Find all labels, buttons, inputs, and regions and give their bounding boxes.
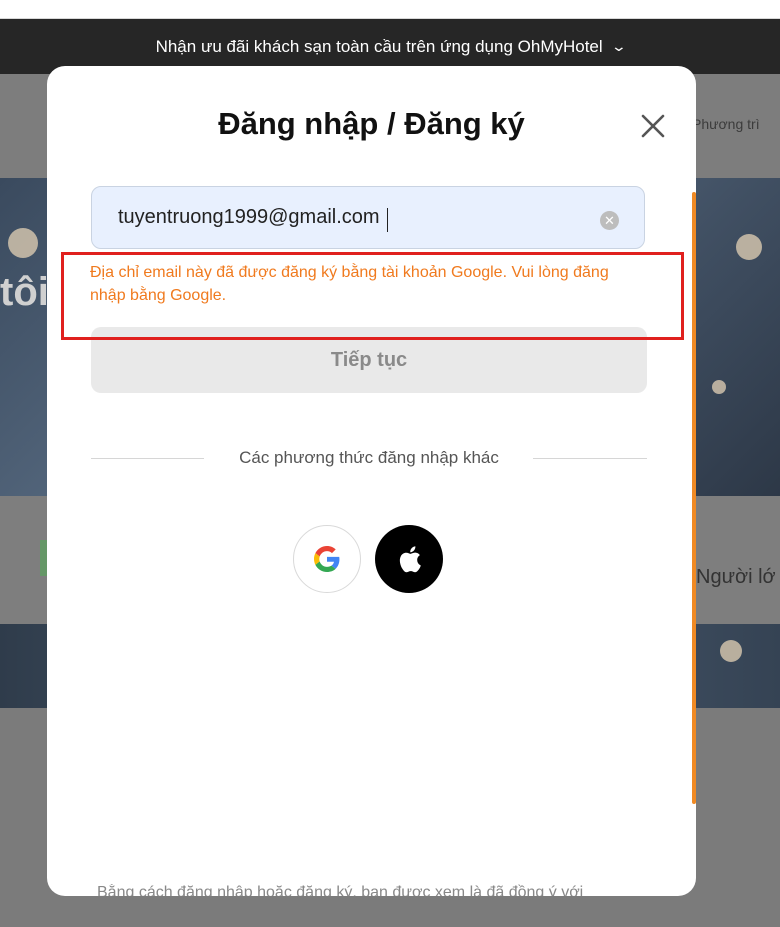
other-methods-divider: Các phương thức đăng nhập khác — [91, 446, 647, 470]
google-icon — [314, 546, 340, 572]
backdrop-nav-text: Phương trì — [692, 116, 760, 132]
terms-text: Bằng cách đăng nhập hoặc đăng ký, bạn đư… — [97, 884, 584, 896]
email-field-container: ✕ — [91, 186, 645, 249]
backdrop-guests-text: Người lớ — [696, 566, 776, 588]
text-caret — [387, 208, 388, 232]
chevron-down-icon[interactable]: ⌄ — [610, 38, 626, 55]
backdrop-hero-text: tôi — [0, 270, 49, 314]
email-field[interactable] — [118, 187, 588, 248]
login-modal: Đăng nhập / Đăng ký ✕ Địa chỉ email này … — [47, 66, 696, 896]
apple-icon — [399, 546, 421, 573]
modal-title: Đăng nhập / Đăng ký — [218, 106, 525, 141]
clear-circle-icon[interactable]: ✕ — [600, 211, 619, 230]
error-message: Địa chỉ email này đã được đăng ký bằng t… — [90, 264, 609, 304]
other-methods-label: Các phương thức đăng nhập khác — [239, 448, 499, 467]
bokeh-light — [712, 380, 726, 394]
promo-banner-text: Nhận ưu đãi khách sạn toàn cầu trên ứng … — [155, 36, 603, 56]
close-icon[interactable] — [637, 110, 669, 142]
google-login-button[interactable] — [293, 525, 361, 593]
browser-top-strip — [0, 0, 780, 19]
bokeh-light — [8, 228, 38, 258]
continue-button[interactable]: Tiếp tục — [91, 327, 647, 393]
bokeh-light — [720, 640, 742, 662]
modal-scrollbar[interactable] — [692, 192, 696, 804]
apple-login-button[interactable] — [375, 525, 443, 593]
bokeh-light — [736, 234, 762, 260]
